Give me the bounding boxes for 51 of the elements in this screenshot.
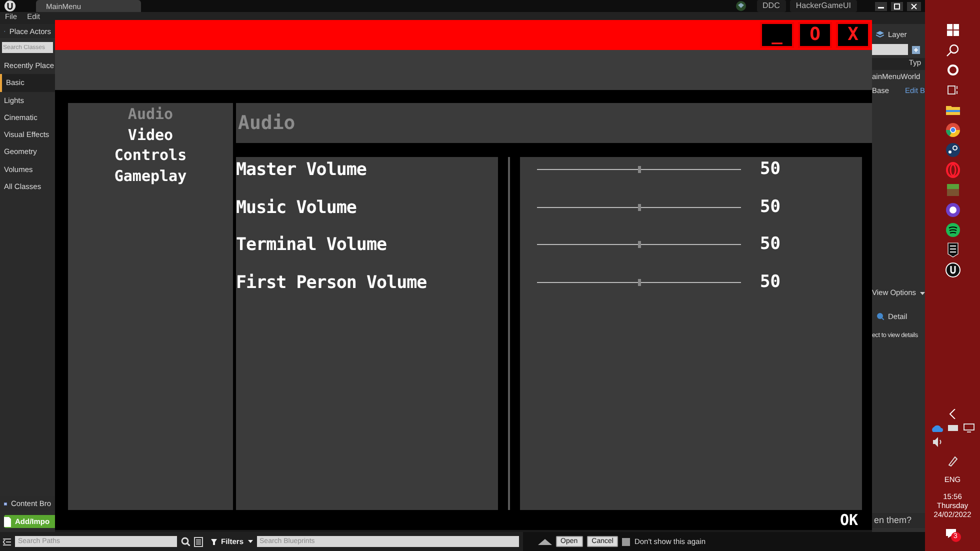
minimize-icon[interactable] xyxy=(875,2,887,10)
search-field[interactable] xyxy=(872,44,908,55)
maximize-icon[interactable] xyxy=(891,2,903,10)
filter-icon xyxy=(211,538,217,544)
checkbox[interactable] xyxy=(622,538,630,546)
add-icon[interactable] xyxy=(912,46,920,54)
setting-label: Music Volume xyxy=(236,198,356,218)
cloud-icon[interactable] xyxy=(930,422,942,433)
monitor-icon[interactable] xyxy=(962,422,974,433)
list-icon[interactable] xyxy=(194,536,203,546)
caret-icon[interactable] xyxy=(920,292,925,295)
slider-value: 50 xyxy=(760,196,780,218)
close-button[interactable]: X xyxy=(836,22,870,48)
slider-thumb[interactable] xyxy=(638,279,640,286)
dialog-question: en them? xyxy=(874,515,912,526)
music-icon[interactable] xyxy=(944,222,960,238)
source-control-icon xyxy=(734,0,747,12)
start-icon[interactable] xyxy=(944,22,960,38)
slider-value: 50 xyxy=(760,271,780,294)
speaker-icon[interactable] xyxy=(933,437,942,447)
warning-icon xyxy=(538,538,552,544)
ring-icon[interactable] xyxy=(944,62,960,78)
engine-icon[interactable] xyxy=(944,262,960,278)
slider-thumb[interactable] xyxy=(638,166,640,173)
setting-label: Master Volume xyxy=(236,160,366,180)
nav-item[interactable]: Controls xyxy=(114,145,187,166)
magnifier-icon xyxy=(876,312,884,320)
slider-value: 50 xyxy=(760,233,780,256)
ddc-indicator: DDC xyxy=(756,0,786,12)
chevron-icon[interactable] xyxy=(949,408,956,419)
layers-icon xyxy=(876,30,884,38)
file-icon xyxy=(4,516,11,526)
nav-item[interactable]: Gameplay xyxy=(114,166,187,186)
caret-icon xyxy=(248,540,253,543)
minimize-button[interactable]: _ xyxy=(760,22,794,48)
setting-label: First Person Volume xyxy=(236,273,427,294)
setting-label: Terminal Volume xyxy=(236,235,387,256)
slider-thumb[interactable] xyxy=(638,241,640,248)
search-icon[interactable] xyxy=(181,537,190,546)
shield-icon[interactable] xyxy=(944,242,960,258)
slider-value: 50 xyxy=(760,158,780,180)
search-icon[interactable] xyxy=(944,42,960,58)
nav-item[interactable]: Video xyxy=(128,124,174,145)
device-icon[interactable] xyxy=(946,422,958,433)
maximize-button[interactable]: O xyxy=(798,22,832,48)
pen-icon[interactable] xyxy=(946,455,958,467)
collapse-icon[interactable] xyxy=(3,538,11,546)
section-title: Audio xyxy=(238,112,296,134)
project-name: HackerGameUI xyxy=(790,0,857,12)
close-icon[interactable] xyxy=(907,2,921,10)
slider-thumb[interactable] xyxy=(638,204,640,211)
